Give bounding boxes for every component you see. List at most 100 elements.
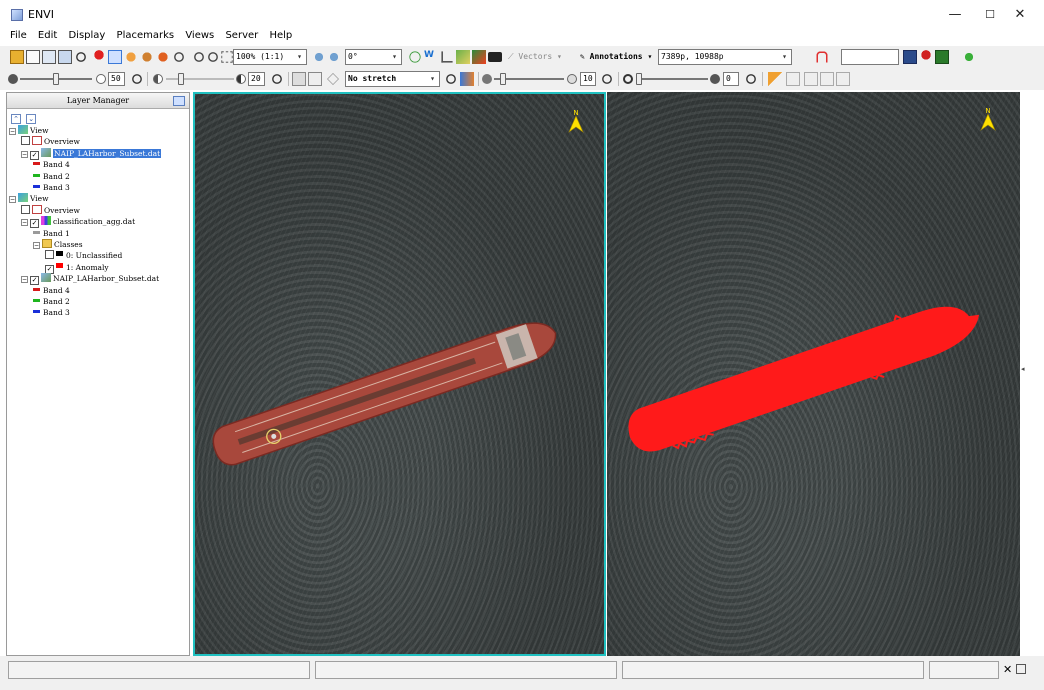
- contrast-value[interactable]: 20: [248, 72, 265, 86]
- rotate-left-icon[interactable]: [312, 50, 326, 64]
- tree-item-grayband[interactable]: Band 1: [33, 228, 70, 239]
- menu-server[interactable]: Server: [221, 28, 262, 41]
- open-folder-icon[interactable]: [10, 50, 24, 64]
- display-icon[interactable]: [58, 50, 72, 64]
- disabled-tool-icon[interactable]: [820, 72, 834, 86]
- disabled-tool-icon[interactable]: [786, 72, 800, 86]
- status-close-icon[interactable]: ✕: [1003, 663, 1012, 676]
- expand-toggle-icon[interactable]: −: [9, 128, 16, 135]
- tree-item-overview[interactable]: Overview: [21, 204, 80, 216]
- reset-transparency-icon[interactable]: [746, 74, 756, 84]
- zoom-combo[interactable]: 100% (1:1) ▾: [233, 49, 307, 65]
- tree-item-raster[interactable]: − ✓ NAIP_LAHarbor_Subset.dat: [21, 273, 159, 286]
- menu-display[interactable]: Display: [64, 28, 109, 41]
- tree-item-view[interactable]: − View: [9, 125, 49, 136]
- view-right[interactable]: N: [607, 92, 1020, 656]
- histogram-stretch-icon[interactable]: [308, 72, 322, 86]
- zoom-fit-icon[interactable]: [221, 51, 233, 63]
- brightness-value[interactable]: 50: [108, 72, 125, 86]
- disabled-tool-icon[interactable]: [836, 72, 850, 86]
- pin-icon[interactable]: [92, 50, 106, 64]
- expand-toggle-icon[interactable]: −: [21, 276, 28, 284]
- save-icon[interactable]: [903, 50, 917, 64]
- resize-grip-icon[interactable]: [1016, 664, 1026, 674]
- search-input[interactable]: [841, 49, 899, 65]
- contrast-slider-track[interactable]: [166, 78, 234, 80]
- chart-icon[interactable]: [441, 51, 453, 63]
- layer-manager-icon[interactable]: [42, 50, 56, 64]
- vectors-menu[interactable]: ⟋ Vectors ▾: [508, 52, 562, 62]
- sharpen-slider-knob[interactable]: [500, 73, 507, 85]
- rotation-dropdown[interactable]: ▾: [386, 49, 402, 65]
- stretch-combo[interactable]: No stretch ▾: [345, 71, 440, 87]
- diamond-icon[interactable]: [327, 73, 339, 85]
- transparency-slider-track[interactable]: [636, 78, 708, 80]
- transparency-value[interactable]: 0: [723, 72, 739, 86]
- zoom-in-icon[interactable]: [194, 52, 204, 62]
- tree-item-band[interactable]: Band 2: [33, 296, 70, 307]
- brightness-slider-knob[interactable]: [53, 73, 59, 85]
- layer-checkbox[interactable]: [21, 136, 30, 146]
- tree-item-class[interactable]: 0: Unclassified: [45, 250, 122, 261]
- reset-brightness-icon[interactable]: [132, 74, 142, 84]
- fly-icon[interactable]: [140, 50, 154, 64]
- spectral-icon[interactable]: [472, 50, 486, 64]
- data-manager-icon[interactable]: [26, 50, 40, 64]
- annotations-menu[interactable]: ✎ Annotations ▾: [580, 52, 652, 61]
- tree-item-folder[interactable]: − Classes: [33, 239, 83, 250]
- reset-contrast-icon[interactable]: [272, 74, 282, 84]
- zoom-out-icon[interactable]: [208, 52, 218, 62]
- minimize-button[interactable]: —: [943, 6, 967, 24]
- crosshair-icon[interactable]: [76, 52, 86, 62]
- tree-item-band[interactable]: Band 3: [33, 182, 70, 193]
- expand-all-icon[interactable]: ⌄: [26, 114, 37, 124]
- tree-item-classification[interactable]: − ✓ classification_agg.dat: [21, 216, 135, 229]
- transparency-slider-knob[interactable]: [636, 73, 642, 85]
- menu-edit[interactable]: Edit: [34, 28, 61, 41]
- menu-views[interactable]: Views: [181, 28, 218, 41]
- measure-icon[interactable]: [768, 72, 782, 86]
- menu-placemarks[interactable]: Placemarks: [113, 28, 179, 41]
- layer-checkbox[interactable]: [45, 250, 54, 260]
- tree-item-band[interactable]: Band 4: [33, 159, 70, 170]
- histogram-icon[interactable]: W: [424, 50, 438, 64]
- contrast-slider-knob[interactable]: [178, 73, 185, 85]
- export-icon[interactable]: [935, 50, 949, 64]
- expand-toggle-icon[interactable]: −: [21, 219, 28, 227]
- pan-icon[interactable]: [124, 50, 138, 64]
- reset-sharpen-icon[interactable]: [602, 74, 612, 84]
- collapse-all-icon[interactable]: ⌃: [11, 114, 21, 124]
- expand-toggle-icon[interactable]: −: [21, 150, 28, 158]
- portal-icon[interactable]: [456, 50, 470, 64]
- rotate-right-icon[interactable]: [327, 50, 341, 64]
- keyboard-icon[interactable]: [488, 52, 502, 62]
- refresh-icon[interactable]: [446, 74, 456, 84]
- view-left[interactable]: N: [193, 92, 606, 656]
- disabled-tool-icon[interactable]: [804, 72, 818, 86]
- expand-toggle-icon[interactable]: −: [9, 196, 16, 204]
- expand-toggle-icon[interactable]: −: [33, 242, 40, 249]
- search-arc-icon[interactable]: [816, 51, 828, 63]
- select-arrow-icon[interactable]: [108, 50, 122, 64]
- tree-item-view[interactable]: − View: [9, 193, 49, 204]
- stretch-icon[interactable]: [292, 72, 306, 86]
- placemark-icon[interactable]: [919, 50, 933, 64]
- tree-item-band[interactable]: Band 4: [33, 285, 70, 296]
- collapse-panel-chevron-icon[interactable]: ◂: [1021, 365, 1029, 381]
- maximize-button[interactable]: ☐: [978, 6, 1002, 24]
- rotate-icon[interactable]: [156, 50, 170, 64]
- tree-item-class[interactable]: ✓ 1: Anomaly: [45, 262, 109, 274]
- menu-file[interactable]: File: [6, 28, 31, 41]
- tree-item-band[interactable]: Band 2: [33, 171, 70, 182]
- tree-item-overview[interactable]: Overview: [21, 136, 80, 147]
- tree-item-raster[interactable]: − ✓ NAIP_LAHarbor_Subset.dat: [21, 147, 162, 160]
- zoom-icon[interactable]: [174, 52, 184, 62]
- tree-item-band[interactable]: Band 3: [33, 307, 70, 318]
- close-button[interactable]: ✕: [1008, 6, 1032, 24]
- color-table-icon[interactable]: [460, 72, 474, 86]
- layer-checkbox[interactable]: [21, 204, 30, 214]
- leaf-icon[interactable]: [962, 50, 976, 64]
- menu-help[interactable]: Help: [265, 28, 296, 41]
- go-to-location-combo[interactable]: 7389p, 10988p ▾: [658, 49, 792, 65]
- swipe-icon[interactable]: [409, 51, 421, 63]
